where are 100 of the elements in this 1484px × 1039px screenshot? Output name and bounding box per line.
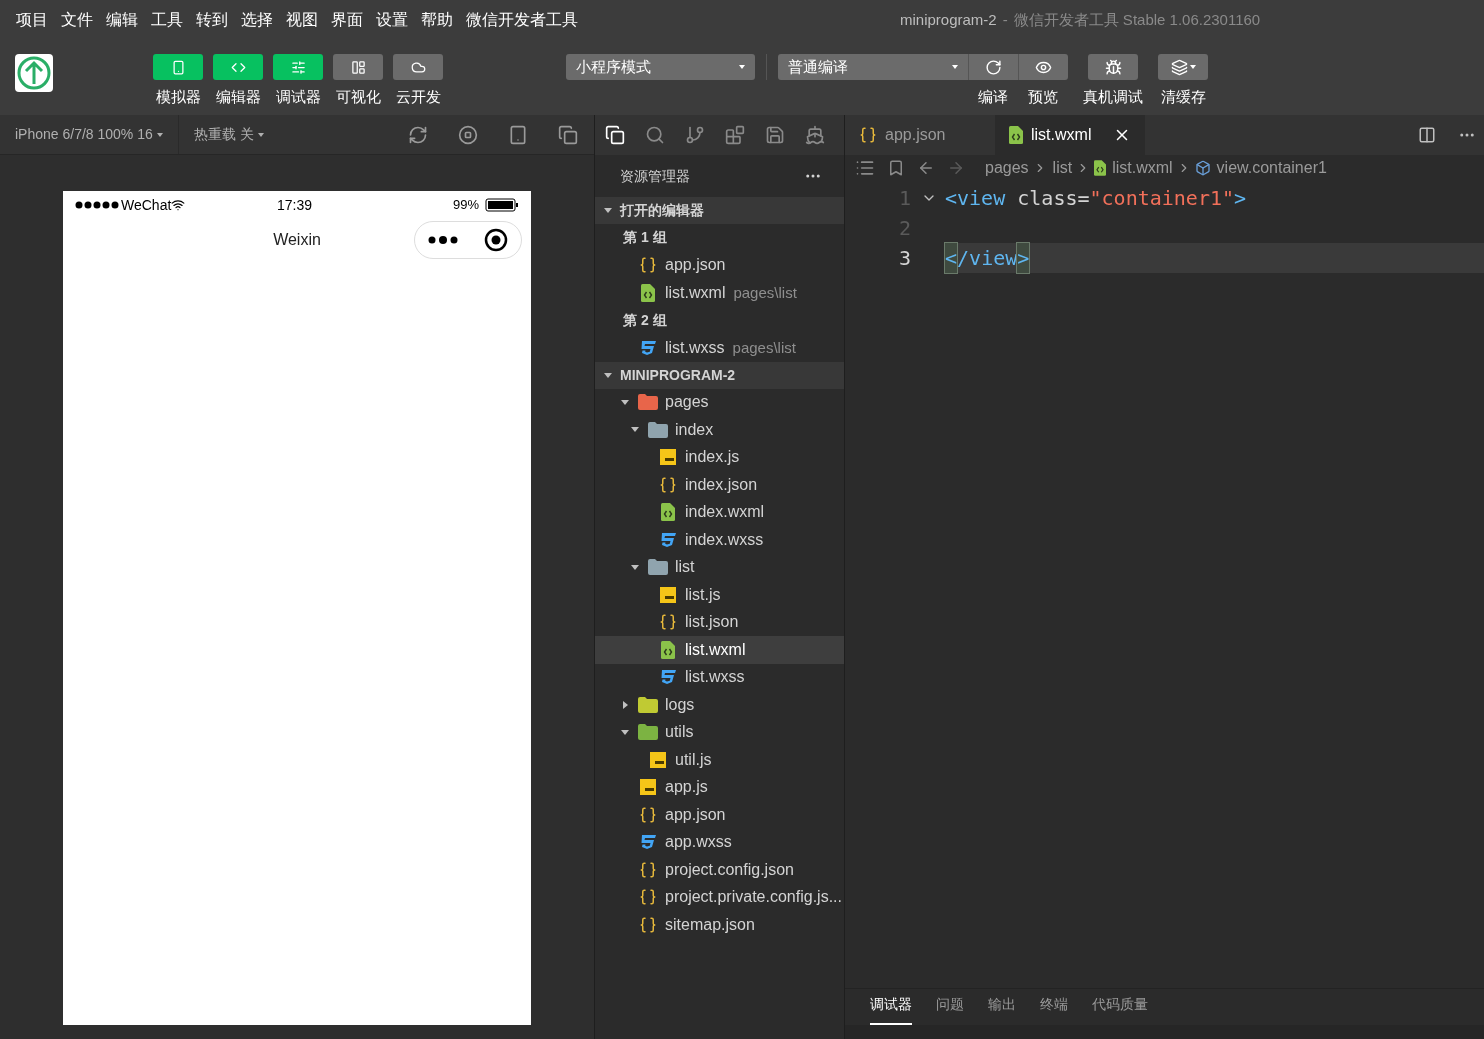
caret-icon[interactable] xyxy=(631,564,639,570)
toolbar-button[interactable] xyxy=(968,54,1018,80)
windows-icon[interactable] xyxy=(558,124,578,145)
caret-icon[interactable] xyxy=(604,208,612,213)
menu-item[interactable]: 界面 xyxy=(331,8,363,32)
search-icon[interactable] xyxy=(645,125,665,145)
tree-item[interactable]: utils xyxy=(595,718,844,746)
stop-icon[interactable] xyxy=(458,124,478,145)
action-label: 清缓存 xyxy=(1160,87,1206,107)
signal-icon xyxy=(75,201,119,209)
panel-tab[interactable]: 终端 xyxy=(1040,994,1068,1025)
mode-toggle[interactable] xyxy=(273,54,323,80)
breadcrumb-item[interactable]: list xyxy=(1052,155,1073,180)
tree-item[interactable]: sitemap.json xyxy=(595,911,844,939)
branch-icon[interactable] xyxy=(685,125,705,145)
tree-item[interactable]: list.json xyxy=(595,608,844,636)
tree-item[interactable]: index.js xyxy=(595,443,844,471)
caret-icon[interactable] xyxy=(631,427,639,433)
mode-toggle[interactable] xyxy=(333,54,383,80)
compile-select[interactable]: 普通编译 xyxy=(778,54,968,80)
braces-icon xyxy=(639,805,657,824)
caret-icon[interactable] xyxy=(622,700,628,709)
tree-item[interactable]: list.js xyxy=(595,581,844,609)
js-file-icon xyxy=(660,586,676,603)
toolbar-button[interactable] xyxy=(1158,54,1208,80)
breadcrumb-item[interactable]: view.container1 xyxy=(1216,155,1327,180)
folder-icon xyxy=(638,724,658,741)
caret-icon[interactable] xyxy=(604,372,612,378)
braces-icon xyxy=(639,256,657,275)
mode-toggle[interactable] xyxy=(153,54,203,80)
toolbar-button[interactable] xyxy=(1018,54,1068,80)
tree-item[interactable]: list.wxss xyxy=(595,663,844,691)
menu-item[interactable]: 视图 xyxy=(286,8,318,32)
panel-tab[interactable]: 问题 xyxy=(936,994,964,1025)
braces-icon xyxy=(639,860,657,879)
tree-item[interactable]: pages xyxy=(595,388,844,416)
mode-toggle[interactable] xyxy=(393,54,443,80)
tree-item[interactable]: app.js xyxy=(595,773,844,801)
code-file-icon xyxy=(641,283,655,302)
device-select[interactable]: iPhone 6/7/8 100% 16 xyxy=(0,115,179,154)
tree-item[interactable]: list.wxml xyxy=(595,636,844,664)
tree-item[interactable]: index.wxml xyxy=(595,498,844,526)
braces-icon xyxy=(659,475,677,494)
tree-item[interactable]: index.wxss xyxy=(595,526,844,554)
menu-item[interactable]: 微信开发者工具 xyxy=(466,8,578,32)
menu-item[interactable]: 设置 xyxy=(376,8,408,32)
action-label: 编译 xyxy=(978,87,1008,107)
breadcrumb-item[interactable]: pages xyxy=(985,155,1029,180)
mode-select[interactable]: 小程序模式 xyxy=(566,54,755,80)
phone-icon[interactable] xyxy=(508,124,528,145)
bug-icon xyxy=(1104,58,1122,76)
section-header[interactable]: 打开的编辑器 xyxy=(595,197,844,224)
toolbar-button[interactable] xyxy=(1088,54,1138,80)
action-label: 真机调试 xyxy=(1083,87,1143,107)
refresh-icon xyxy=(985,58,1002,76)
hot-reload-select[interactable]: 热重载 关 xyxy=(178,115,279,154)
explorer-title: 资源管理器 xyxy=(620,166,690,186)
bookmark-icon[interactable] xyxy=(887,158,905,177)
tree-item[interactable]: list xyxy=(595,553,844,581)
tree-item[interactable]: app.wxss xyxy=(595,828,844,856)
tree-item[interactable]: index.json xyxy=(595,471,844,499)
save-icon[interactable] xyxy=(765,125,785,145)
caret-icon[interactable] xyxy=(621,399,629,405)
open-editor-item[interactable]: list.wxml pages\list xyxy=(595,279,844,307)
menu-item[interactable]: 帮助 xyxy=(421,8,453,32)
extensions-icon[interactable] xyxy=(725,125,745,145)
ship-icon[interactable] xyxy=(805,125,825,145)
editor-tab[interactable]: app.json xyxy=(845,115,995,155)
open-editor-item[interactable]: app.json xyxy=(595,251,844,279)
file-path: pages\list xyxy=(733,282,797,303)
split-icon[interactable] xyxy=(1418,126,1436,144)
section-header[interactable]: MINIPROGRAM-2 xyxy=(595,361,844,389)
refresh-icon[interactable] xyxy=(408,124,428,145)
js-file-icon xyxy=(650,751,666,768)
tree-item[interactable]: app.json xyxy=(595,801,844,829)
tree-item[interactable]: index xyxy=(595,416,844,444)
breadcrumb-item[interactable]: list.wxml xyxy=(1112,155,1173,180)
editor-tab[interactable]: list.wxml xyxy=(995,115,1145,155)
menu-item[interactable]: 工具 xyxy=(151,8,183,32)
mode-toggle[interactable] xyxy=(213,54,263,80)
menu-item[interactable]: 编辑 xyxy=(106,8,138,32)
menu-item[interactable]: 选择 xyxy=(241,8,273,32)
target-icon[interactable] xyxy=(484,228,508,252)
menu-item[interactable]: 转到 xyxy=(196,8,228,32)
tree-item[interactable]: project.config.json xyxy=(595,856,844,884)
menu-item[interactable]: 文件 xyxy=(61,8,93,32)
caret-icon[interactable] xyxy=(621,729,629,735)
files-icon[interactable] xyxy=(605,125,625,145)
tree-item[interactable]: util.js xyxy=(595,746,844,774)
tree-item[interactable]: project.private.config.js... xyxy=(595,883,844,911)
panel-tab[interactable]: 代码质量 xyxy=(1092,994,1148,1025)
braces-icon xyxy=(859,126,877,144)
menu-item[interactable]: 项目 xyxy=(16,8,48,32)
tree-item[interactable]: logs xyxy=(595,691,844,719)
more-icon[interactable] xyxy=(428,236,458,244)
project-name: miniprogram-2 xyxy=(900,9,997,30)
open-editor-item[interactable]: list.wxss pages\list xyxy=(595,334,844,362)
code-line: <view class="container1"> xyxy=(945,185,1248,212)
window-title: 微信开发者工具 Stable 1.06.2301160 xyxy=(1013,9,1261,30)
panel-tab[interactable]: 输出 xyxy=(988,994,1016,1025)
